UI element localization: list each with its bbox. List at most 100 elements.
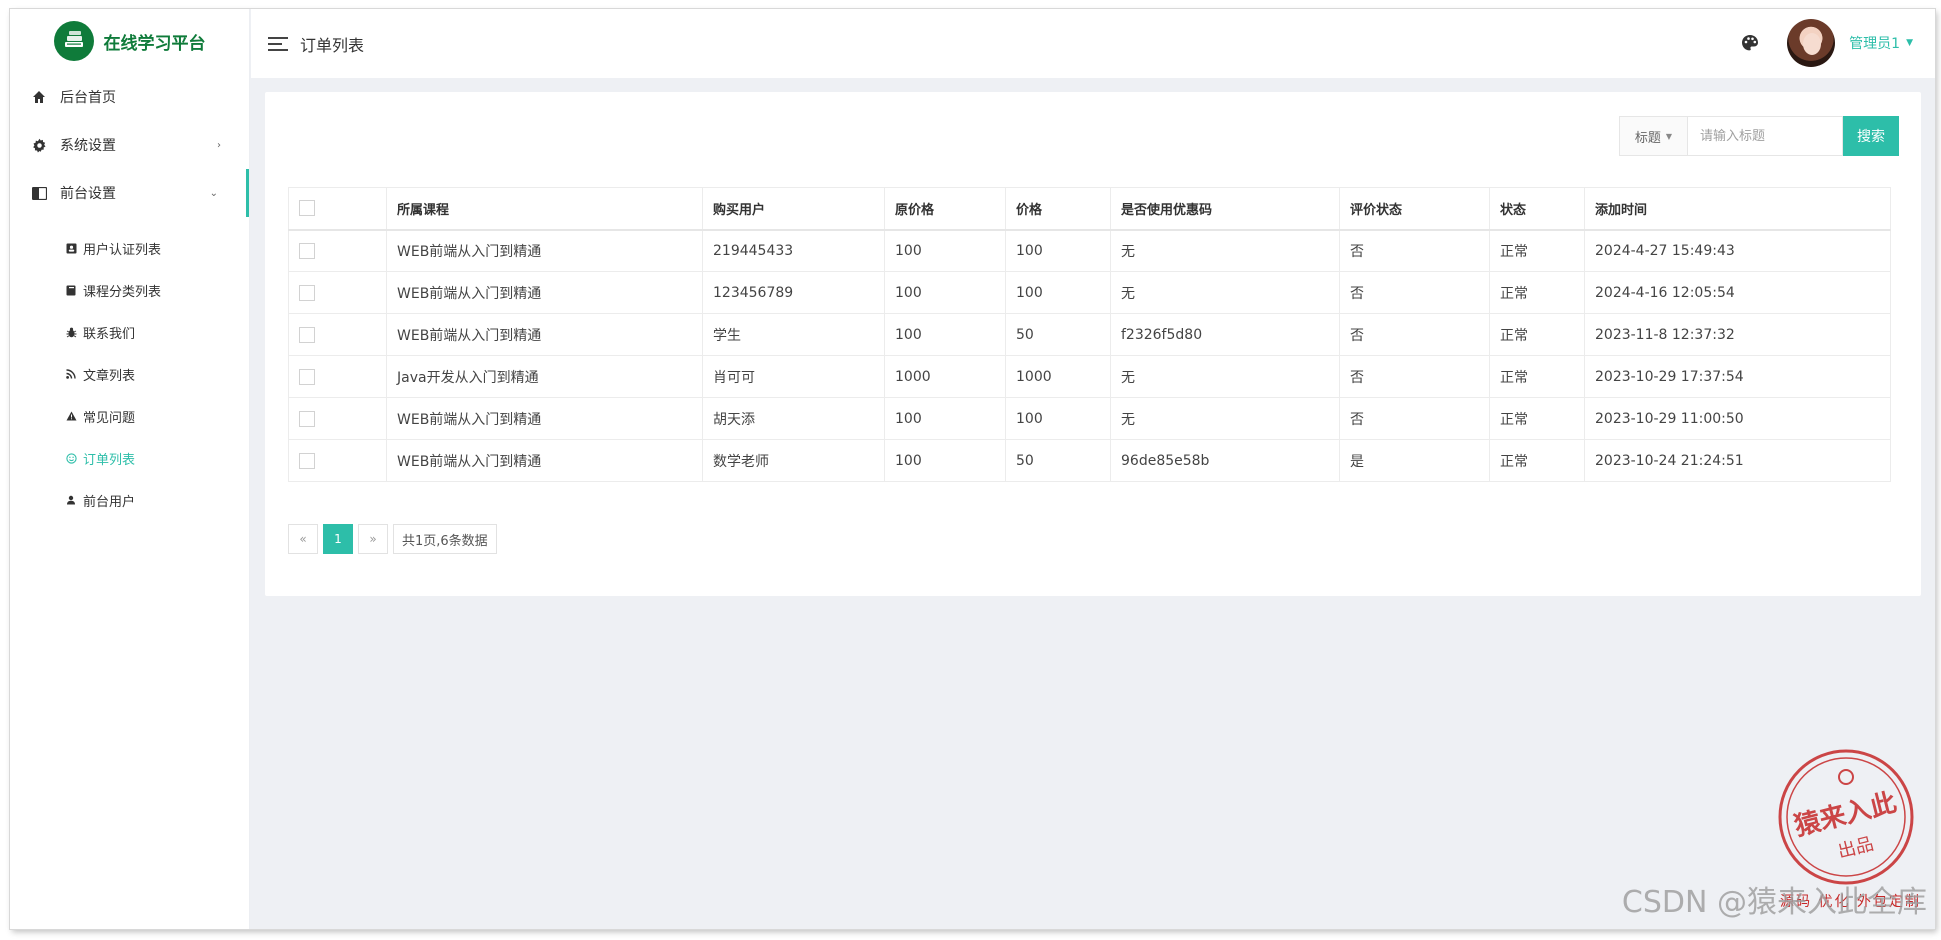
course-cell: WEB前端从入门到精通 [386, 271, 703, 314]
caret-down-icon: ▼ [1665, 131, 1673, 141]
status-cell: 正常 [1489, 355, 1585, 398]
pagination-page-1[interactable]: 1 [323, 524, 353, 554]
original-price-cell: 100 [884, 229, 1006, 272]
sidebar-item-label: 用户认证列表 [83, 242, 162, 258]
user-cell: 123456789 [702, 271, 885, 314]
sidebar-item-home[interactable]: 后台首页 [10, 73, 249, 121]
header-user-area: 管理员1 ▼ [1741, 19, 1913, 67]
sidebar-item-label: 订单列表 [83, 452, 136, 468]
warning-icon [64, 409, 78, 423]
course-cell: WEB前端从入门到精通 [386, 397, 703, 440]
row-checkbox[interactable] [299, 284, 315, 301]
sidebar-item-contact-us[interactable]: 联系我们 [10, 311, 249, 353]
search-bar: 标题 ▼ 搜索 [1619, 116, 1899, 156]
main-panel: 标题 ▼ 搜索 所属课程 购买用户 原价格 价格 是否使用优惠码 评价状态 [265, 92, 1921, 596]
row-select-cell [288, 229, 387, 272]
user-cell: 肖可可 [702, 355, 885, 398]
price-cell: 100 [1005, 271, 1111, 314]
row-checkbox[interactable] [299, 452, 315, 469]
table-header-row: 所属课程 购买用户 原价格 价格 是否使用优惠码 评价状态 状态 添加时间 [288, 187, 1891, 231]
gear-icon [30, 136, 48, 154]
row-checkbox[interactable] [299, 326, 315, 343]
search-button[interactable]: 搜索 [1843, 116, 1899, 156]
status-cell: 正常 [1489, 313, 1585, 356]
pagination-info: 共1页,6条数据 [393, 524, 497, 554]
sidebar-item-course-categories[interactable]: 课程分类列表 [10, 269, 249, 311]
sidebar-item-label: 前台设置 [60, 186, 116, 202]
sidebar-item-orders[interactable]: 订单列表 [10, 437, 249, 479]
original-price-cell: 100 [884, 271, 1006, 314]
column-header: 原价格 [884, 187, 1006, 231]
row-select-cell [288, 313, 387, 356]
column-header: 价格 [1005, 187, 1111, 231]
sidebar-item-label: 联系我们 [83, 326, 136, 342]
pagination: « 1 » 共1页,6条数据 [288, 524, 497, 554]
column-header: 所属课程 [386, 187, 703, 231]
bug-icon [64, 325, 78, 339]
review-status-cell: 否 [1339, 313, 1490, 356]
palette-icon[interactable] [1741, 34, 1759, 52]
sidebar-item-frontend-users[interactable]: 前台用户 [10, 479, 249, 521]
menu-toggle-icon[interactable] [268, 36, 288, 51]
panel-icon [30, 184, 48, 202]
id-card-icon [64, 241, 78, 255]
column-header: 是否使用优惠码 [1110, 187, 1340, 231]
pagination-next-button[interactable]: » [358, 524, 388, 554]
time-cell: 2024-4-16 12:05:54 [1584, 271, 1891, 314]
sidebar-item-faq[interactable]: 常见问题 [10, 395, 249, 437]
caret-down-icon[interactable]: ▼ [1906, 38, 1913, 48]
table-row[interactable]: WEB前端从入门到精通 学生 100 50 f2326f5d80 否 正常 20… [288, 313, 1891, 356]
sidebar-item-label: 常见问题 [83, 410, 136, 426]
sidebar: 在线学习平台 后台首页 系统设置 › 前台设置 ⌄ 用户认证列表 课程分类列表 … [10, 9, 250, 929]
sidebar-item-frontend-settings[interactable]: 前台设置 ⌄ [10, 169, 249, 217]
user-name[interactable]: 管理员1 [1849, 33, 1900, 53]
status-cell: 正常 [1489, 439, 1585, 482]
app-window: 在线学习平台 后台首页 系统设置 › 前台设置 ⌄ 用户认证列表 课程分类列表 … [10, 9, 1935, 929]
sidebar-item-user-verification[interactable]: 用户认证列表 [10, 227, 249, 269]
select-all-cell [288, 187, 387, 231]
select-all-checkbox[interactable] [299, 200, 315, 217]
csdn-watermark: CSDN @猿来入此全库 [1621, 885, 1927, 920]
sidebar-item-articles[interactable]: 文章列表 [10, 353, 249, 395]
row-select-cell [288, 355, 387, 398]
review-status-cell: 否 [1339, 355, 1490, 398]
svg-text:猿来入此: 猿来入此 [1790, 788, 1899, 843]
sidebar-item-label: 文章列表 [83, 368, 136, 384]
logo[interactable]: 在线学习平台 [10, 9, 249, 73]
sidebar-item-label: 前台用户 [83, 494, 136, 510]
status-cell: 正常 [1489, 397, 1585, 440]
pagination-prev-button[interactable]: « [288, 524, 318, 554]
avatar[interactable] [1787, 19, 1836, 67]
table-row[interactable]: Java开发从入门到精通 肖可可 1000 1000 无 否 正常 2023-1… [288, 355, 1891, 398]
row-checkbox[interactable] [299, 242, 315, 259]
row-checkbox[interactable] [299, 368, 315, 385]
user-cell: 数学老师 [702, 439, 885, 482]
table-row[interactable]: WEB前端从入门到精通 219445433 100 100 无 否 正常 202… [288, 229, 1891, 272]
course-cell: WEB前端从入门到精通 [386, 229, 703, 272]
row-select-cell [288, 439, 387, 482]
sidebar-item-label: 课程分类列表 [83, 284, 162, 300]
coupon-cell: 无 [1110, 397, 1340, 440]
review-status-cell: 否 [1339, 397, 1490, 440]
time-cell: 2023-11-8 12:37:32 [1584, 313, 1891, 356]
table-row[interactable]: WEB前端从入门到精通 胡天添 100 100 无 否 正常 2023-10-2… [288, 397, 1891, 440]
search-field-select[interactable]: 标题 ▼ [1619, 116, 1687, 156]
search-field-label: 标题 [1634, 130, 1661, 146]
time-cell: 2023-10-29 11:00:50 [1584, 397, 1891, 440]
user-cell: 胡天添 [702, 397, 885, 440]
books-logo-icon [53, 21, 94, 61]
original-price-cell: 100 [884, 439, 1006, 482]
sidebar-item-system-settings[interactable]: 系统设置 › [10, 121, 249, 169]
table-row[interactable]: WEB前端从入门到精通 数学老师 100 50 96de85e58b 是 正常 … [288, 439, 1891, 482]
review-status-cell: 否 [1339, 271, 1490, 314]
price-cell: 50 [1005, 313, 1111, 356]
row-checkbox[interactable] [299, 410, 315, 427]
row-select-cell [288, 397, 387, 440]
price-cell: 100 [1005, 229, 1111, 272]
price-cell: 1000 [1005, 355, 1111, 398]
top-header: 订单列表 管理员1 ▼ [251, 9, 1935, 78]
table-row[interactable]: WEB前端从入门到精通 123456789 100 100 无 否 正常 202… [288, 271, 1891, 314]
search-input[interactable] [1687, 116, 1843, 156]
seal-stamp: 猿来入此 出品 [1778, 749, 1914, 885]
coupon-cell: f2326f5d80 [1110, 313, 1340, 356]
